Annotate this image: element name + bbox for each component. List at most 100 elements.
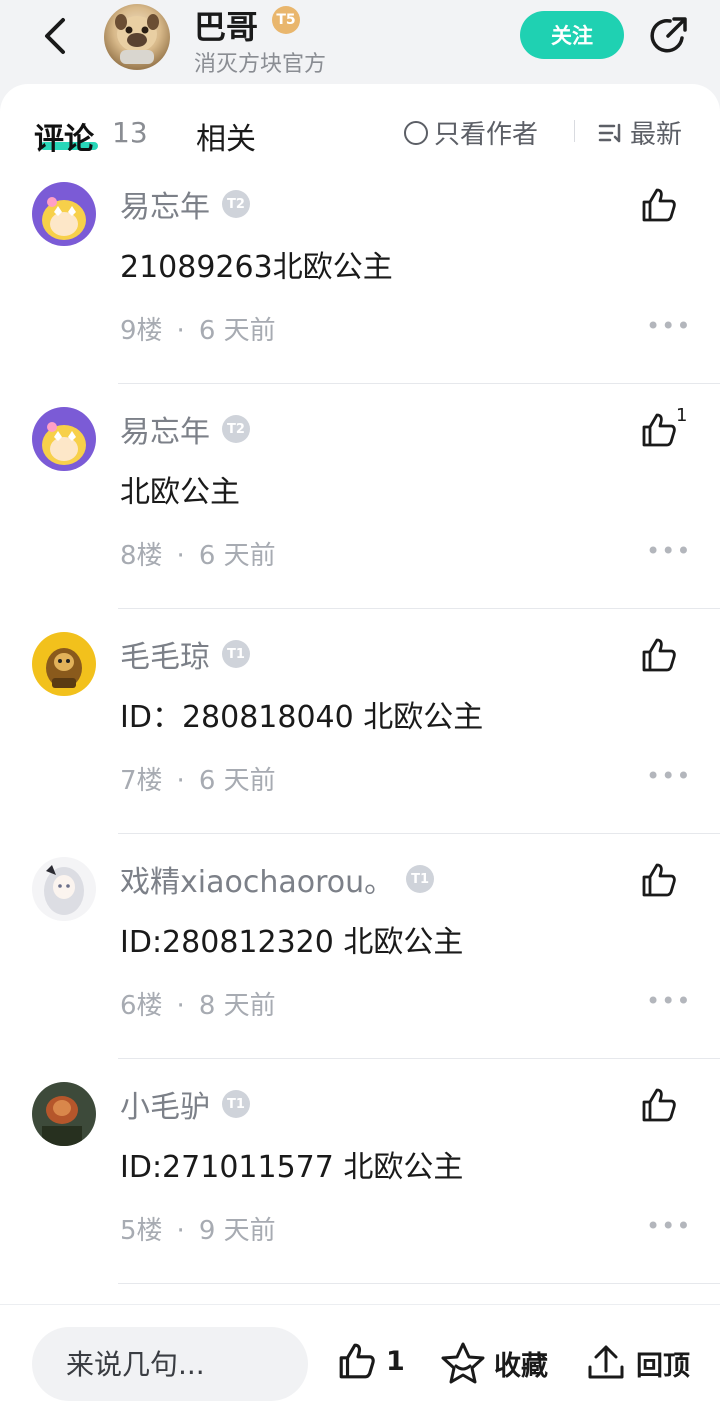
share-button[interactable] <box>644 12 692 60</box>
floor-label: 8楼 <box>120 541 163 571</box>
thumbs-up-icon <box>339 1343 375 1379</box>
separator <box>118 383 720 384</box>
like-button[interactable] <box>640 636 680 676</box>
timestamp: 8 天前 <box>198 991 276 1021</box>
comment-item: 小毛驴 T1 ID:271011577 北欧公主 5楼 · 9 天前 ••• <box>0 1068 720 1293</box>
like-button[interactable] <box>640 411 680 451</box>
separator <box>118 1058 720 1059</box>
radio-circle-icon <box>404 120 428 145</box>
back-to-top-label: 回顶 <box>636 1350 690 1382</box>
thumbs-up-icon <box>642 188 676 222</box>
comment-meta: 5楼 · 9 天前 <box>120 1216 276 1246</box>
comment-author[interactable]: 易忘年 T2 <box>120 407 250 451</box>
avatar-image <box>32 857 96 921</box>
favorite-button[interactable]: 收藏 <box>440 1341 548 1385</box>
thumbs-up-icon <box>642 1088 676 1122</box>
floor-label: 9楼 <box>120 316 163 346</box>
thumbs-up-icon <box>642 638 676 672</box>
more-options-button[interactable]: ••• <box>646 987 691 1015</box>
user-level-badge: T2 <box>222 415 250 443</box>
back-button[interactable] <box>32 14 76 58</box>
comment-text: 北欧公主 <box>120 475 240 510</box>
thumbs-up-icon <box>642 413 676 447</box>
author-only-toggle[interactable]: 只看作者 <box>404 114 538 151</box>
comment-item: 易忘年 T2 北欧公主 8楼 · 6 天前 1 ••• <box>0 393 720 618</box>
star-icon <box>441 1342 485 1384</box>
thumbs-up-icon <box>642 863 676 897</box>
comment-meta: 9楼 · 6 天前 <box>120 316 276 346</box>
author-avatar[interactable] <box>104 4 170 70</box>
separator <box>118 833 720 834</box>
comment-item: 毛毛琼 T1 ID：280818040 北欧公主 7楼 · 6 天前 ••• <box>0 618 720 843</box>
author-only-label: 只看作者 <box>434 120 539 150</box>
comment-item: 戏精xiaochaorou。 T1 ID:280812320 北欧公主 6楼 · 8… <box>0 843 720 1068</box>
avatar-image <box>32 1082 96 1146</box>
avatar-image <box>32 182 96 246</box>
author-name[interactable]: 巴哥 <box>194 2 258 48</box>
floor-label: 7楼 <box>120 766 163 796</box>
avatar[interactable] <box>32 632 96 696</box>
user-level-badge: T1 <box>222 1090 250 1118</box>
like-button[interactable] <box>640 861 680 901</box>
more-options-button[interactable]: ••• <box>646 1212 691 1240</box>
comment-tabs: 评论 13 相关 只看作者 最新 <box>0 84 720 180</box>
like-button[interactable] <box>640 1086 680 1126</box>
comment-text: ID：280818040 北欧公主 <box>120 700 484 735</box>
separator <box>118 608 720 609</box>
user-level-badge: T2 <box>222 190 250 218</box>
sort-label: 最新 <box>630 120 683 150</box>
tab-related[interactable]: 相关 <box>196 114 256 158</box>
comments-count: 13 <box>112 116 148 149</box>
comment-author[interactable]: 易忘年 T2 <box>120 182 250 226</box>
follow-button[interactable]: 关注 <box>520 11 624 59</box>
top-bar: 巴哥 T5 消灭方块官方 关注 <box>0 0 720 84</box>
reply-input[interactable] <box>32 1327 308 1401</box>
comment-author-name: 易忘年 <box>120 415 210 450</box>
avatar-image <box>32 632 96 696</box>
comments-panel: 评论 13 相关 只看作者 最新 易忘年 T2 21089263北欧公主 9楼 … <box>0 84 720 1304</box>
more-options-button[interactable]: ••• <box>646 537 691 565</box>
user-level-badge: T1 <box>222 640 250 668</box>
comment-author[interactable]: 毛毛琼 T1 <box>120 632 250 676</box>
comment-author-name: 易忘年 <box>120 190 210 225</box>
avatar[interactable] <box>32 182 96 246</box>
like-count: 1 <box>676 405 688 426</box>
comment-author-name: 戏精xiaochaorou。 <box>120 865 395 900</box>
timestamp: 6 天前 <box>198 316 276 346</box>
favorite-label: 收藏 <box>494 1350 548 1382</box>
comment-text: ID:271011577 北欧公主 <box>120 1150 464 1185</box>
like-count: 1 <box>386 1345 405 1377</box>
tab-comments[interactable]: 评论 <box>34 114 94 158</box>
comment-meta: 7楼 · 6 天前 <box>120 766 276 796</box>
more-options-button[interactable]: ••• <box>646 312 691 340</box>
comment-meta: 6楼 · 8 天前 <box>120 991 276 1021</box>
avatar[interactable] <box>32 857 96 921</box>
floor-label: 6楼 <box>120 991 163 1021</box>
arrow-up-icon <box>588 1345 624 1379</box>
chevron-left-icon <box>45 18 65 54</box>
like-post-button[interactable]: 1 <box>336 1341 405 1381</box>
comment-text: 21089263北欧公主 <box>120 250 393 285</box>
floor-label: 5楼 <box>120 1216 163 1246</box>
comment-meta: 8楼 · 6 天前 <box>120 541 276 571</box>
comment-author-name: 毛毛琼 <box>120 640 210 675</box>
back-to-top-button[interactable]: 回顶 <box>584 1341 690 1385</box>
comment-author[interactable]: 戏精xiaochaorou。 T1 <box>120 857 435 901</box>
user-level-badge: T1 <box>406 865 435 893</box>
comment-author-name: 小毛驴 <box>120 1090 210 1125</box>
avatar[interactable] <box>32 1082 96 1146</box>
avatar-image <box>32 407 96 471</box>
separator <box>118 1283 720 1284</box>
bottom-action-bar: 1 收藏 回顶 <box>0 1304 720 1411</box>
timestamp: 6 天前 <box>198 541 276 571</box>
like-button[interactable] <box>640 186 680 226</box>
divider <box>574 120 575 142</box>
share-icon <box>650 17 687 53</box>
more-options-button[interactable]: ••• <box>646 762 691 790</box>
comment-item: 易忘年 T2 21089263北欧公主 9楼 · 6 天前 ••• <box>0 168 720 393</box>
pug-avatar-image <box>115 14 159 64</box>
timestamp: 6 天前 <box>198 766 276 796</box>
avatar[interactable] <box>32 407 96 471</box>
sort-button[interactable]: 最新 <box>598 114 682 151</box>
comment-author[interactable]: 小毛驴 T1 <box>120 1082 250 1126</box>
